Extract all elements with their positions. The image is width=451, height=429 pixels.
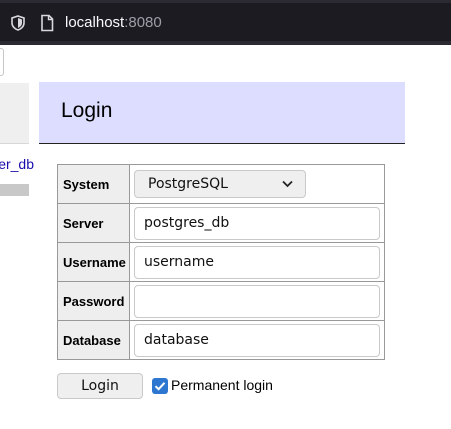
- form-row-system: System PostgreSQL: [57, 164, 385, 204]
- sidebar-input[interactable]: [0, 48, 4, 76]
- url-host: localhost: [65, 14, 125, 31]
- password-cell: [129, 281, 385, 321]
- form-row-database: Database database: [57, 320, 385, 360]
- username-label: Username: [57, 242, 130, 282]
- username-input[interactable]: username: [134, 245, 380, 279]
- database-input[interactable]: database: [134, 323, 380, 357]
- server-input[interactable]: postgres_db: [134, 206, 380, 240]
- database-cell: database: [129, 320, 385, 360]
- sidebar-db-link[interactable]: er_db: [0, 156, 34, 172]
- system-label: System: [57, 164, 130, 204]
- browser-toolbar: localhost:8080: [0, 0, 451, 45]
- sidebar-scrollbar[interactable]: [0, 184, 29, 196]
- login-button[interactable]: Login: [57, 373, 143, 399]
- sidebar-panel: [0, 83, 29, 144]
- server-cell: postgres_db: [129, 203, 385, 243]
- permanent-login-checkbox[interactable]: [152, 378, 168, 394]
- form-row-password: Password: [57, 281, 385, 321]
- database-label: Database: [57, 320, 130, 360]
- page-title: Login: [61, 99, 113, 122]
- password-input[interactable]: [134, 284, 380, 318]
- password-label: Password: [57, 281, 130, 321]
- system-select[interactable]: PostgreSQL: [134, 170, 306, 198]
- shield-icon[interactable]: [11, 15, 25, 31]
- login-form-table: System PostgreSQL Server postgres_db Use…: [57, 164, 385, 360]
- url-text[interactable]: localhost:8080: [65, 13, 162, 33]
- permanent-login-label[interactable]: Permanent login: [171, 377, 273, 393]
- form-row-username: Username username: [57, 242, 385, 282]
- url-bar[interactable]: localhost:8080: [0, 3, 451, 41]
- page-icon: [41, 14, 54, 32]
- form-row-server: Server postgres_db: [57, 203, 385, 243]
- server-label: Server: [57, 203, 130, 243]
- system-select-value: PostgreSQL: [148, 176, 228, 192]
- chevron-down-icon: [282, 180, 293, 188]
- login-header: Login: [39, 82, 405, 144]
- checkmark-icon: [154, 382, 166, 391]
- username-cell: username: [129, 242, 385, 282]
- url-port: :8080: [124, 14, 162, 31]
- system-cell: PostgreSQL: [129, 164, 385, 204]
